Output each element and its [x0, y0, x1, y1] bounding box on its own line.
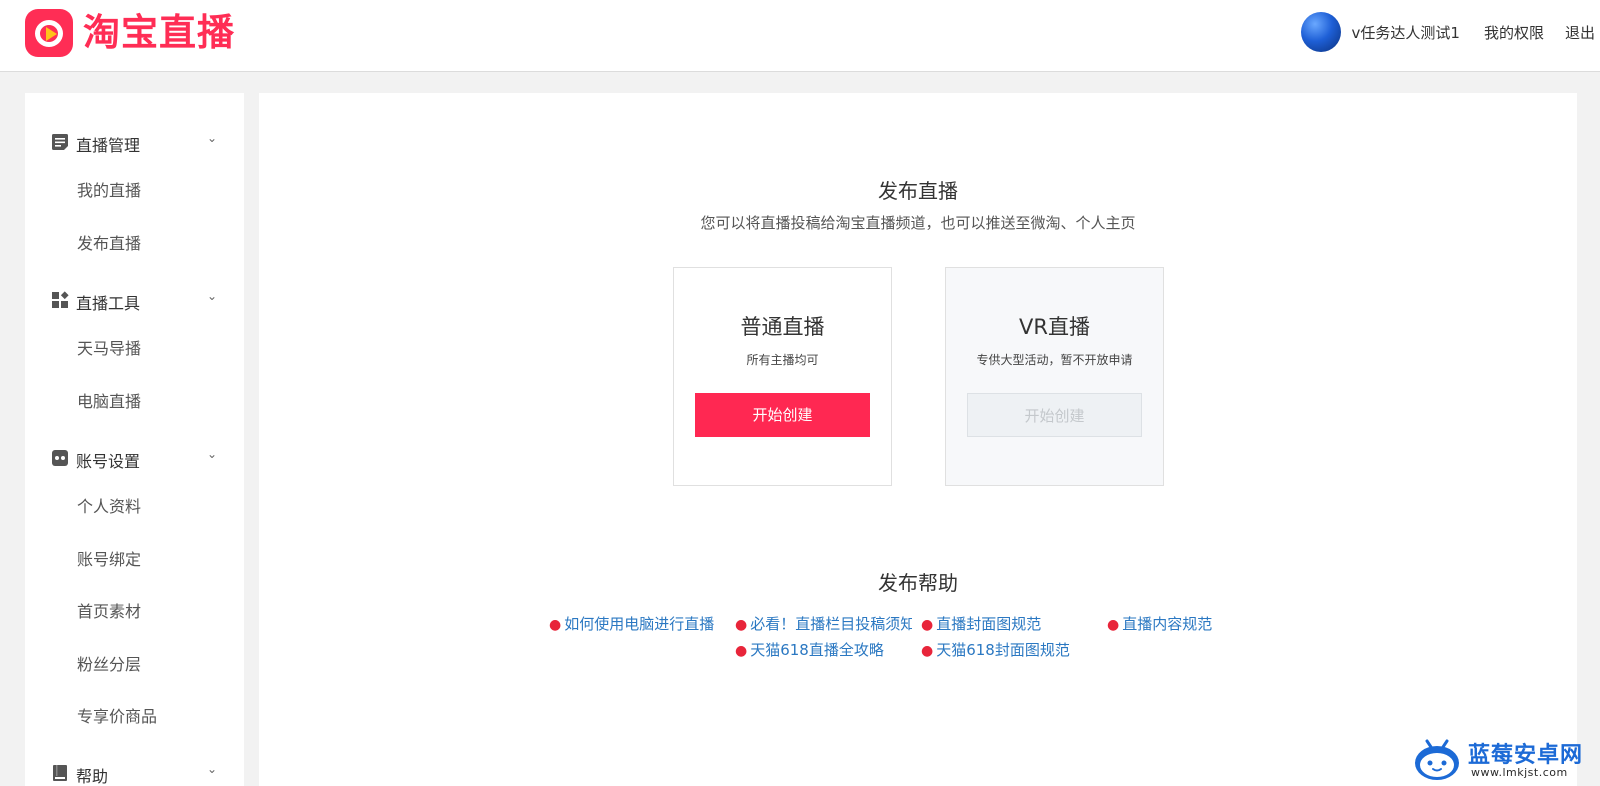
document-icon — [52, 134, 68, 150]
help-link[interactable]: ● 必看！直播栏目投稿须知 — [735, 613, 912, 634]
sidebar-group-account-settings[interactable]: 账号设置 ⌄ — [25, 443, 244, 473]
sidebar-group-label: 直播管理 — [76, 136, 141, 155]
tools-grid-icon — [52, 291, 69, 308]
page-subtitle: 您可以将直播投稿给淘宝直播频道，也可以推送至微淘、个人主页 — [700, 214, 1136, 232]
avatar[interactable] — [1300, 12, 1341, 52]
bullet-icon: ● — [735, 617, 748, 633]
card-title: VR直播 — [1019, 315, 1090, 339]
create-vr-live-button: 开始创建 — [967, 393, 1142, 437]
sidebar-group-label: 账号设置 — [76, 452, 141, 471]
sidebar-group-label: 帮助 — [76, 767, 109, 786]
sidebar-item-my-live[interactable]: 我的直播 — [77, 179, 141, 203]
sidebar-group-label: 直播工具 — [76, 294, 141, 313]
my-permissions-link[interactable]: 我的权限 — [1484, 22, 1544, 43]
logo-play-icon — [25, 9, 73, 57]
sidebar-item-tianma[interactable]: 天马导播 — [77, 337, 141, 361]
bullet-icon: ● — [921, 643, 934, 659]
help-link[interactable]: ● 天猫618直播全攻略 — [735, 639, 884, 660]
sidebar-group-help[interactable]: 帮助 ⌄ — [25, 758, 244, 786]
normal-live-card: 普通直播 所有主播均可 开始创建 — [673, 267, 892, 486]
chevron-down-icon: ⌄ — [207, 447, 218, 461]
sidebar-item-fan-tiers[interactable]: 粉丝分层 — [77, 653, 141, 677]
help-link[interactable]: ● 直播内容规范 — [1107, 613, 1212, 634]
sidebar-group-live-tools[interactable]: 直播工具 ⌄ — [25, 285, 244, 315]
watermark-title: 蓝莓安卓网 — [1468, 743, 1584, 768]
book-icon — [53, 765, 67, 781]
main-content: 发布直播 您可以将直播投稿给淘宝直播频道，也可以推送至微淘、个人主页 普通直播 … — [259, 93, 1577, 786]
sidebar: 直播管理 ⌄ 我的直播 发布直播 直播工具 ⌄ 天马导播 电脑直播 账号设置 ⌄… — [25, 93, 244, 786]
sidebar-item-exclusive-price[interactable]: 专享价商品 — [77, 705, 157, 729]
sidebar-item-homepage-material[interactable]: 首页素材 — [77, 600, 141, 624]
sidebar-item-profile[interactable]: 个人资料 — [77, 495, 141, 519]
bullet-icon: ● — [549, 617, 562, 633]
mascot-icon — [1415, 739, 1459, 780]
account-icon — [52, 450, 68, 466]
card-description: 所有主播均可 — [746, 353, 819, 367]
watermark: 蓝莓安卓网 www.lmkjst.com — [1413, 731, 1600, 786]
help-link[interactable]: ● 直播封面图规范 — [921, 613, 1041, 634]
sidebar-item-account-binding[interactable]: 账号绑定 — [77, 548, 141, 572]
bullet-icon: ● — [921, 617, 934, 633]
bullet-icon: ● — [1107, 617, 1120, 633]
sidebar-group-live-management[interactable]: 直播管理 ⌄ — [25, 127, 244, 157]
vr-live-card: VR直播 专供大型活动，暂不开放申请 开始创建 — [945, 267, 1164, 486]
top-header: 淘宝直播 v任务达人测试1 我的权限 退出 — [0, 0, 1600, 72]
chevron-down-icon: ⌄ — [207, 289, 218, 303]
card-description: 专供大型活动，暂不开放申请 — [976, 353, 1133, 367]
bullet-icon: ● — [735, 643, 748, 659]
help-link[interactable]: ● 如何使用电脑进行直播 — [549, 613, 714, 634]
logout-link[interactable]: 退出 — [1565, 22, 1595, 43]
page-title: 发布直播 — [878, 179, 958, 203]
user-area: v任务达人测试1 我的权限 退出 — [1300, 12, 1600, 52]
sidebar-item-pc-live[interactable]: 电脑直播 — [77, 390, 141, 414]
taobao-live-logo[interactable]: 淘宝直播 — [25, 9, 235, 57]
create-normal-live-button[interactable]: 开始创建 — [695, 393, 870, 437]
sidebar-item-publish-live[interactable]: 发布直播 — [77, 232, 141, 256]
card-title: 普通直播 — [740, 315, 825, 339]
logo-text: 淘宝直播 — [83, 11, 235, 54]
help-title: 发布帮助 — [878, 571, 958, 595]
chevron-down-icon: ⌄ — [207, 762, 218, 776]
watermark-url: www.lmkjst.com — [1471, 766, 1568, 779]
chevron-down-icon: ⌄ — [207, 131, 218, 145]
user-name[interactable]: v任务达人测试1 — [1352, 22, 1460, 43]
help-link[interactable]: ● 天猫618封面图规范 — [921, 639, 1070, 660]
